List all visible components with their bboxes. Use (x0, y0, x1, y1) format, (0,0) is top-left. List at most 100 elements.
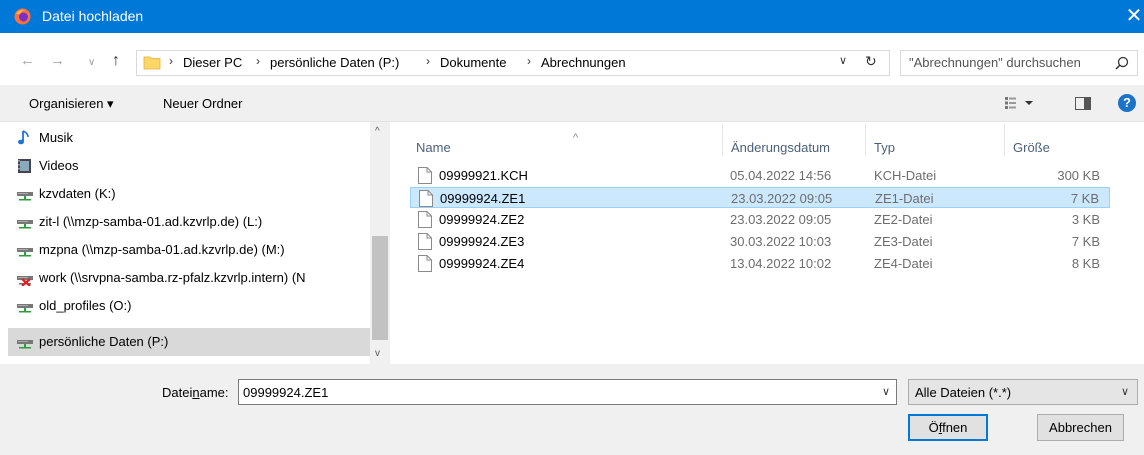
file-size: 300 KB (1057, 168, 1100, 183)
nav-item-label: zit-l (\\mzp-samba-01.ad.kzvrlp.de) (L:) (39, 214, 263, 229)
nav-item-music[interactable]: Musik (8, 124, 370, 152)
nav-item-old-profiles[interactable]: old_profiles (O:) (8, 292, 370, 320)
breadcrumb-documents[interactable]: Dokumente (440, 55, 506, 70)
nav-scrollbar[interactable]: ^ v (370, 122, 390, 364)
window-title: Datei hochladen (42, 8, 144, 24)
file-icon (418, 167, 432, 184)
file-name: 09999924.ZE2 (439, 212, 525, 227)
file-row[interactable]: 09999924.ZE3 30.03.2022 10:03 ZE3-Datei … (410, 231, 1110, 252)
nav-item-label: mzpna (\\mzp-samba-01.ad.kzvrlp.de) (M:) (39, 242, 285, 257)
nav-item-kzvdaten[interactable]: kzvdaten (K:) (8, 180, 370, 208)
close-icon[interactable]: ✕ (1124, 0, 1144, 33)
search-placeholder: "Abrechnungen" durchsuchen (909, 55, 1081, 70)
back-arrow-icon[interactable]: ← (20, 53, 35, 69)
file-date: 23.03.2022 09:05 (731, 191, 833, 206)
chevron-down-icon[interactable]: ∨ (882, 385, 890, 398)
search-icon (1115, 56, 1129, 70)
column-header-size[interactable]: Größe (1007, 130, 1107, 162)
file-row[interactable]: 09999924.ZE4 13.04.2022 10:02 ZE4-Datei … (410, 253, 1110, 274)
sort-ascending-icon: ^ (573, 132, 579, 144)
file-name: 09999924.ZE3 (439, 234, 525, 249)
file-type: ZE3-Datei (874, 234, 933, 249)
column-divider[interactable] (722, 124, 723, 156)
scroll-up-icon[interactable]: ^ (375, 126, 380, 137)
firefox-icon (14, 8, 31, 25)
column-header-date[interactable]: Änderungsdatum (725, 130, 865, 162)
refresh-icon[interactable]: ↻ (865, 53, 877, 70)
file-type: ZE2-Datei (874, 212, 933, 227)
music-icon (18, 130, 29, 145)
file-type: ZE1-Datei (875, 191, 934, 206)
breadcrumb-separator-icon: › (256, 54, 260, 68)
column-divider[interactable] (1004, 124, 1005, 156)
address-row: ← → ∨ ↑ › Dieser PC › persönliche Daten … (0, 33, 1144, 85)
address-dropdown-icon[interactable]: ∨ (839, 54, 847, 67)
breadcrumb-separator-icon: › (426, 54, 430, 68)
nav-item-label: kzvdaten (K:) (39, 186, 116, 201)
file-icon (418, 211, 432, 228)
file-size: 8 KB (1071, 256, 1100, 271)
breadcrumb-billing[interactable]: Abrechnungen (541, 55, 626, 70)
nav-item-label: old_profiles (O:) (39, 298, 132, 313)
video-icon (18, 159, 31, 173)
file-type-filter[interactable]: Alle Dateien (*.*) ∨ (908, 379, 1138, 405)
disconnected-drive-icon (17, 276, 33, 286)
organize-button[interactable]: Organisieren ▾ (29, 96, 114, 112)
file-icon (419, 190, 433, 207)
file-icon (418, 233, 432, 250)
filename-field[interactable]: ∨ (238, 379, 897, 405)
nav-item-videos[interactable]: Videos (8, 152, 370, 180)
file-date: 23.03.2022 09:05 (730, 212, 832, 227)
scrollbar-thumb[interactable] (372, 236, 388, 340)
nav-item-label: Musik (39, 130, 73, 145)
nav-item-mzpna[interactable]: mzpna (\\mzp-samba-01.ad.kzvrlp.de) (M:) (8, 236, 370, 264)
network-drive-icon (17, 248, 33, 257)
forward-arrow-icon[interactable]: → (50, 53, 65, 69)
nav-item-label: persönliche Daten (P:) (39, 334, 169, 349)
filter-value: Alle Dateien (*.*) (915, 385, 1012, 400)
recent-chevron-icon[interactable]: ∨ (88, 55, 95, 71)
new-folder-button[interactable]: Neuer Ordner (163, 96, 242, 111)
file-name: 09999924.ZE1 (440, 191, 526, 206)
file-row[interactable]: 09999921.KCH 05.04.2022 14:56 KCH-Datei … (410, 165, 1110, 186)
nav-item-zit-l[interactable]: zit-l (\\mzp-samba-01.ad.kzvrlp.de) (L:) (8, 208, 370, 236)
view-options-icon[interactable] (1004, 96, 1034, 110)
file-name: 09999924.ZE4 (439, 256, 525, 271)
file-date: 30.03.2022 10:03 (730, 234, 832, 249)
file-name: 09999921.KCH (439, 168, 528, 183)
address-bar[interactable]: › Dieser PC › persönliche Daten (P:) › D… (136, 50, 890, 76)
file-row[interactable]: 09999924.ZE1 23.03.2022 09:05 ZE1-Datei … (410, 187, 1110, 208)
file-list: Name ^ Änderungsdatum Typ Größe 09999921… (391, 122, 1144, 364)
file-size: 7 KB (1071, 234, 1100, 249)
column-divider[interactable] (865, 124, 866, 156)
network-drive-icon (17, 220, 33, 229)
help-icon[interactable]: ? (1118, 94, 1136, 112)
column-header-type[interactable]: Typ (868, 130, 1004, 162)
up-arrow-icon[interactable]: ↑ (112, 53, 120, 69)
network-drive-icon (17, 304, 33, 313)
preview-pane-icon[interactable] (1075, 97, 1091, 110)
network-drive-icon (17, 340, 33, 349)
column-header-name[interactable]: Name ^ (410, 130, 722, 162)
nav-item-label: Videos (39, 158, 79, 173)
open-button[interactable]: Öffnen (908, 414, 988, 441)
file-type: KCH-Datei (874, 168, 937, 183)
search-input[interactable]: "Abrechnungen" durchsuchen (900, 50, 1138, 76)
chevron-down-icon[interactable]: ∨ (1121, 385, 1129, 398)
file-size: 7 KB (1070, 191, 1099, 206)
dialog-footer: Dateiname: ∨ Alle Dateien (*.*) ∨ Öffnen… (0, 364, 1144, 455)
nav-item-label: work (\\srvpna-samba.rz-pfalz.kzvrlp.int… (39, 270, 306, 285)
navigation-pane: Musik Videos kzvdaten (K:) zit-l (\\mzp-… (0, 122, 390, 364)
filename-input[interactable] (239, 380, 875, 404)
file-date: 13.04.2022 10:02 (730, 256, 832, 271)
breadcrumb-separator-icon: › (527, 54, 531, 68)
breadcrumb-this-pc[interactable]: Dieser PC (183, 55, 242, 70)
cancel-button[interactable]: Abbrechen (1037, 414, 1124, 441)
breadcrumb-personal-data[interactable]: persönliche Daten (P:) (270, 55, 399, 70)
file-icon (418, 255, 432, 272)
nav-item-work[interactable]: work (\\srvpna-samba.rz-pfalz.kzvrlp.int… (8, 264, 370, 292)
file-row[interactable]: 09999924.ZE2 23.03.2022 09:05 ZE2-Datei … (410, 209, 1110, 230)
breadcrumb-separator-icon: › (169, 54, 173, 68)
scroll-down-icon[interactable]: v (375, 348, 380, 359)
nav-item-personal-data[interactable]: persönliche Daten (P:) (8, 328, 370, 356)
